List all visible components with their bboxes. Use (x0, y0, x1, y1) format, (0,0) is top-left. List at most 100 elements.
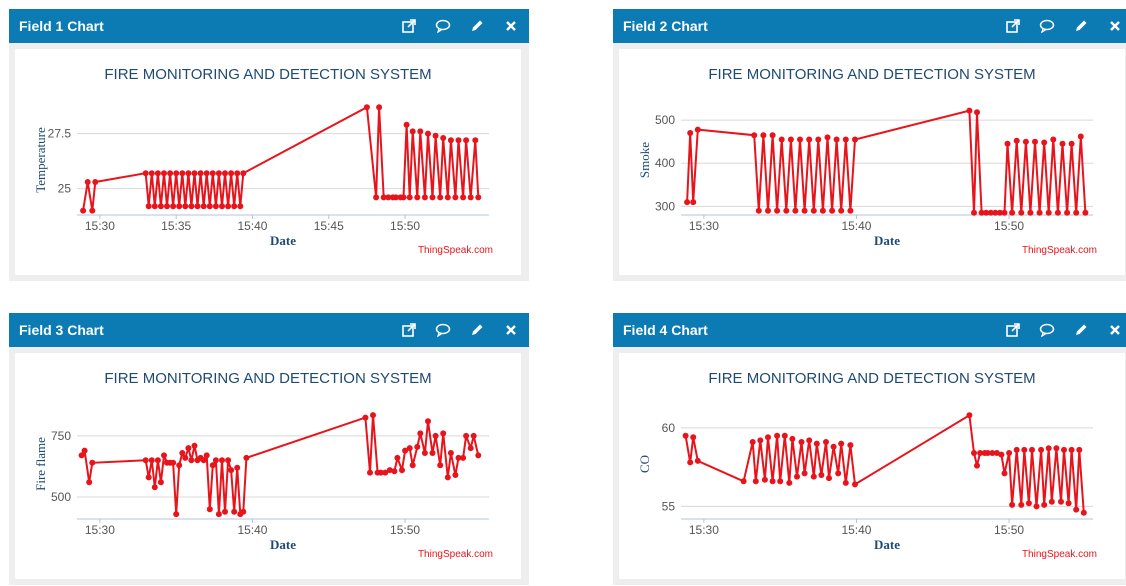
comment-icon[interactable] (435, 18, 451, 34)
data-point (148, 170, 155, 177)
data-point (219, 457, 225, 464)
panel-header: Field 4 Chart (613, 313, 1126, 347)
y-tick-label: 400 (655, 156, 675, 170)
data-point (787, 136, 794, 143)
close-icon[interactable] (503, 322, 519, 338)
data-point (752, 478, 759, 485)
data-point (1021, 446, 1028, 453)
data-point (467, 445, 474, 452)
data-point (769, 132, 776, 139)
panel-header: Field 2 Chart (613, 9, 1126, 43)
data-point (176, 462, 183, 469)
external-link-icon[interactable] (1005, 322, 1021, 338)
data-point (690, 434, 697, 441)
data-point (161, 452, 167, 459)
data-point (966, 107, 973, 114)
data-point (225, 203, 232, 210)
data-point (998, 451, 1005, 458)
external-link-icon[interactable] (401, 322, 417, 338)
data-point (824, 134, 831, 141)
data-point (463, 432, 470, 439)
data-point (1045, 445, 1052, 452)
data-point (417, 430, 424, 437)
data-point (1025, 500, 1032, 507)
y-tick-label: 300 (655, 199, 675, 213)
thingspeak-credit: ThingSpeak.com (418, 549, 493, 560)
data-point (1022, 138, 1029, 145)
data-point (765, 434, 771, 441)
panel-title: Field 1 Chart (19, 18, 104, 34)
thingspeak-credit: ThingSpeak.com (1022, 245, 1097, 256)
x-axis-label: Date (874, 537, 900, 552)
data-point (145, 203, 152, 210)
data-point (794, 473, 800, 480)
data-point (421, 194, 428, 201)
data-point (682, 432, 689, 439)
data-point (452, 472, 459, 478)
comment-icon[interactable] (435, 322, 451, 338)
data-point (467, 194, 474, 201)
data-point (437, 194, 444, 201)
data-point (203, 170, 210, 177)
y-tick-label: 750 (51, 429, 71, 443)
data-point (154, 457, 161, 464)
close-icon[interactable] (1107, 18, 1123, 34)
x-axis-label: Date (270, 537, 296, 552)
data-point (1048, 498, 1055, 505)
edit-pencil-icon[interactable] (1073, 322, 1089, 338)
data-point (819, 207, 826, 214)
data-point (225, 457, 232, 464)
comment-icon[interactable] (1039, 322, 1055, 338)
data-point (1018, 209, 1025, 216)
data-point (89, 459, 96, 466)
data-point (847, 442, 854, 449)
data-point (1032, 138, 1038, 145)
data-point (751, 132, 758, 139)
y-tick-label: 55 (662, 499, 676, 513)
data-point (749, 439, 756, 445)
close-icon[interactable] (1107, 322, 1123, 338)
data-point (414, 194, 421, 201)
edit-pencil-icon[interactable] (1073, 18, 1089, 34)
external-link-icon[interactable] (1005, 18, 1021, 34)
data-point (373, 194, 380, 201)
data-point (234, 464, 241, 471)
data-point (1073, 209, 1080, 216)
external-link-icon[interactable] (401, 18, 417, 34)
data-point (228, 467, 235, 474)
data-point (1080, 509, 1087, 516)
data-point (429, 194, 436, 201)
data-point (86, 479, 93, 486)
thingspeak-credit: ThingSpeak.com (1022, 549, 1097, 560)
data-point (170, 203, 177, 210)
data-point (203, 452, 210, 459)
data-point (755, 207, 762, 214)
data-point (781, 432, 788, 439)
data-point (761, 476, 768, 483)
data-point (760, 132, 767, 139)
data-point (830, 443, 837, 450)
comment-icon[interactable] (1039, 18, 1055, 34)
data-point (1054, 209, 1061, 216)
data-point (425, 418, 431, 425)
data-point (789, 435, 796, 442)
data-point (212, 457, 219, 464)
chart-area: FIRE MONITORING AND DETECTION SYSTEM 300 4… (619, 49, 1125, 275)
close-icon[interactable] (503, 18, 519, 34)
data-point (1068, 446, 1075, 453)
data-point (188, 203, 195, 210)
data-point (444, 474, 451, 481)
edit-pencil-icon[interactable] (469, 322, 485, 338)
data-point (367, 469, 373, 476)
data-point (1076, 446, 1083, 453)
data-point (801, 207, 808, 214)
y-axis-label: CO (637, 455, 652, 473)
data-point (176, 203, 183, 210)
field-1-chart-panel: Field 1 Chart FIRE MONITORING AND DETECT… (9, 9, 529, 281)
data-point (829, 207, 836, 214)
data-point (813, 440, 820, 447)
data-point (1058, 498, 1064, 505)
edit-pencil-icon[interactable] (469, 18, 485, 34)
x-tick-label: 15:50 (390, 219, 420, 233)
data-point (769, 478, 776, 485)
